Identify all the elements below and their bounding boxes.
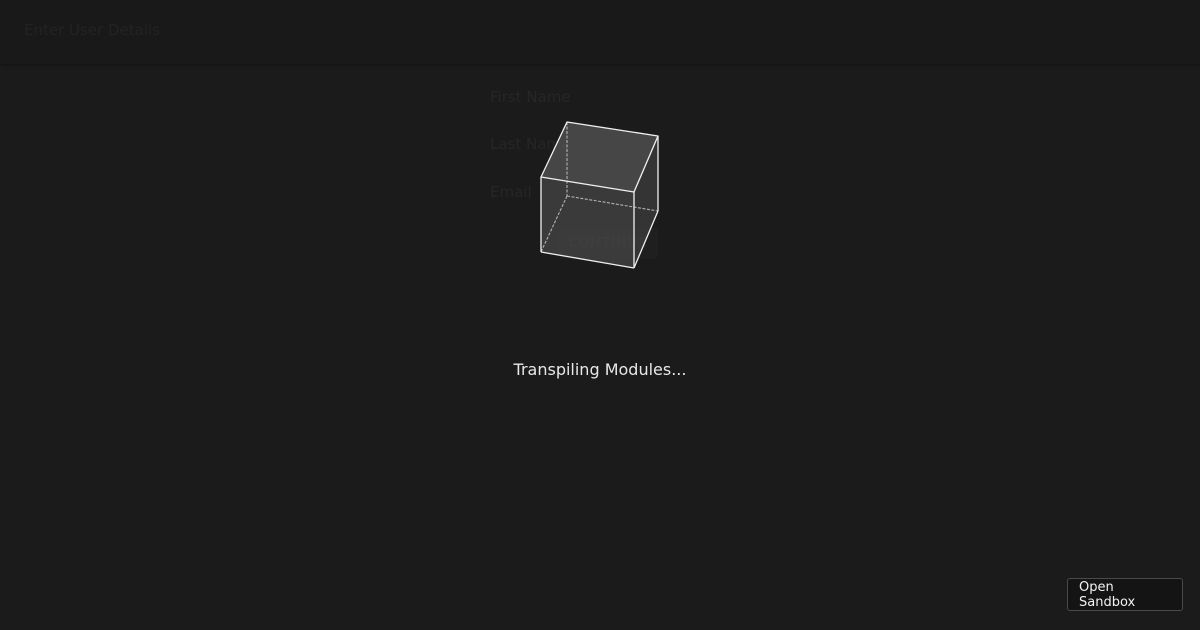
first-name-field[interactable] [490, 84, 710, 110]
email-field[interactable] [490, 179, 710, 205]
app-root: Enter User Details CONTINUE [0, 0, 1200, 630]
open-sandbox-button[interactable]: Open Sandbox [1067, 578, 1183, 611]
page-title: Enter User Details [24, 21, 160, 39]
last-name-field[interactable] [490, 131, 710, 157]
app-header: Enter User Details [0, 0, 1200, 64]
continue-button[interactable]: CONTINUE [558, 227, 658, 259]
